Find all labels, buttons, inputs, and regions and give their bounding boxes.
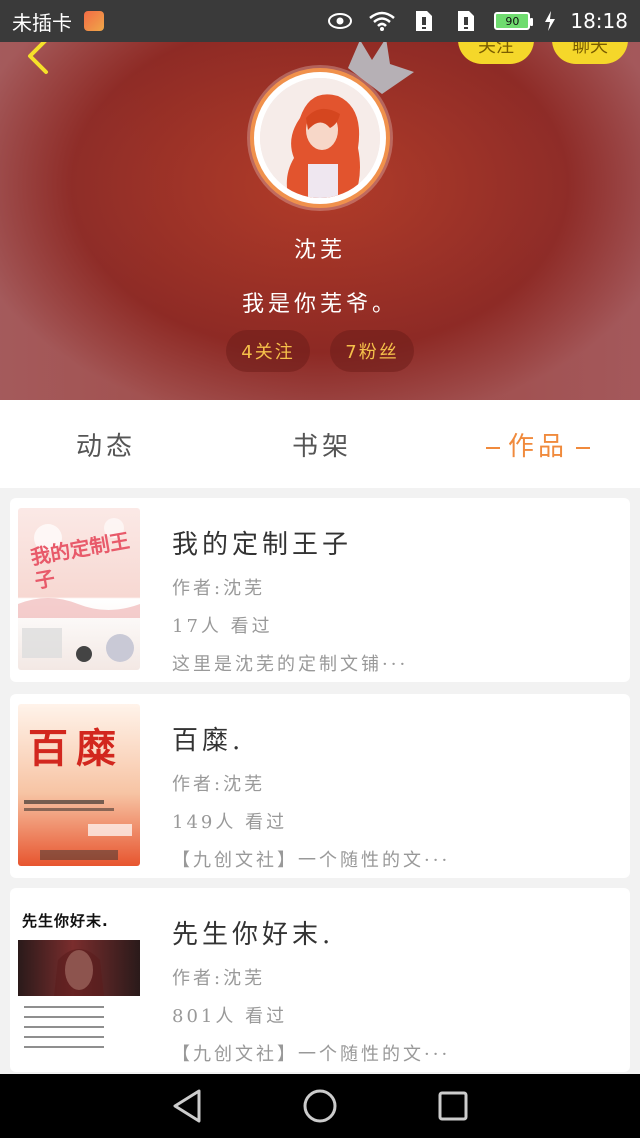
- book-card[interactable]: 百糜 百糜. 作者:沈芜 149人 看过 【九创文社】一个随性的文···: [10, 694, 630, 878]
- book-card[interactable]: 先生你好末. 先生你好末. 作者:沈芜 801人 看过 【九创文社】一个随性的文…: [10, 888, 630, 1072]
- tab-indicator: [486, 447, 500, 449]
- book-cover-text: 百糜: [28, 725, 124, 772]
- nav-recents-button[interactable]: [433, 1086, 473, 1126]
- book-title: 先生你好末.: [172, 920, 335, 950]
- tab-indicator: [576, 447, 591, 449]
- avatar-image: [260, 78, 380, 198]
- following-count-button[interactable]: 4关注: [226, 330, 310, 372]
- book-views: 149人 看过: [172, 812, 288, 833]
- book-description: 【九创文社】一个随性的文···: [172, 1044, 451, 1065]
- battery-level: 90: [505, 14, 520, 28]
- nav-home-button[interactable]: [300, 1086, 340, 1126]
- book-cover-text: 先生你好末.: [22, 912, 109, 930]
- carrier-label: 未插卡: [12, 10, 72, 35]
- book-author: 作者:沈芜: [172, 578, 266, 599]
- triangle-back-icon: [173, 1089, 201, 1123]
- circle-home-icon: [303, 1089, 337, 1123]
- system-nav-bar: [0, 1074, 640, 1138]
- book-author: 作者:沈芜: [172, 774, 266, 795]
- book-author: 作者:沈芜: [172, 968, 266, 989]
- book-description: 【九创文社】一个随性的文···: [172, 850, 451, 871]
- status-left: 未插卡: [12, 7, 104, 36]
- book-title: 百糜.: [172, 726, 245, 756]
- clock: 18:18: [570, 9, 628, 33]
- book-cover: 我的定制王子: [18, 508, 140, 670]
- book-cover: 百糜: [18, 704, 140, 866]
- profile-header: 关注 聊天 沈芜 我是你芜爷。 4关注 7粉丝: [0, 42, 640, 400]
- book-cover: 先生你好末.: [18, 898, 140, 1060]
- app-notification-icon: [84, 11, 104, 31]
- wifi-icon: [368, 10, 396, 32]
- username: 沈芜: [293, 238, 346, 263]
- chevron-left-icon: [24, 42, 52, 80]
- tab-works-label: 作品: [508, 432, 569, 462]
- cover-photo: [18, 940, 140, 996]
- book-views: 17人 看过: [172, 616, 273, 637]
- cover-text-lines: [24, 1006, 104, 1052]
- bio: 我是你芜爷。: [241, 292, 398, 317]
- square-recents-icon: [438, 1091, 468, 1121]
- tab-bar: 动态 书架 作品: [0, 400, 640, 488]
- follow-button[interactable]: 关注: [458, 42, 534, 64]
- tab-works[interactable]: 作品: [478, 426, 598, 463]
- status-right: 90 18:18: [326, 9, 628, 33]
- avatar[interactable]: [250, 68, 390, 208]
- tab-dynamic[interactable]: 动态: [76, 426, 136, 463]
- back-button[interactable]: [16, 42, 60, 80]
- book-description: 这里是沈芜的定制文铺···: [172, 654, 409, 675]
- charging-icon: [544, 10, 556, 32]
- sim-icon: [410, 10, 438, 32]
- status-bar: 未插卡 90 18:18: [0, 0, 640, 42]
- eye-icon: [326, 10, 354, 32]
- book-card[interactable]: 我的定制王子 我的定制王子 作者:沈芜 17人 看过 这里是沈芜的定制文铺···: [10, 498, 630, 682]
- sim-icon: [452, 10, 480, 32]
- book-title: 我的定制王子: [172, 530, 353, 560]
- chat-button[interactable]: 聊天: [552, 42, 628, 64]
- fans-count-button[interactable]: 7粉丝: [330, 330, 414, 372]
- nav-back-button[interactable]: [167, 1086, 207, 1126]
- book-views: 801人 看过: [172, 1006, 288, 1027]
- tab-bookshelf[interactable]: 书架: [292, 426, 352, 463]
- battery-indicator: 90: [494, 12, 534, 30]
